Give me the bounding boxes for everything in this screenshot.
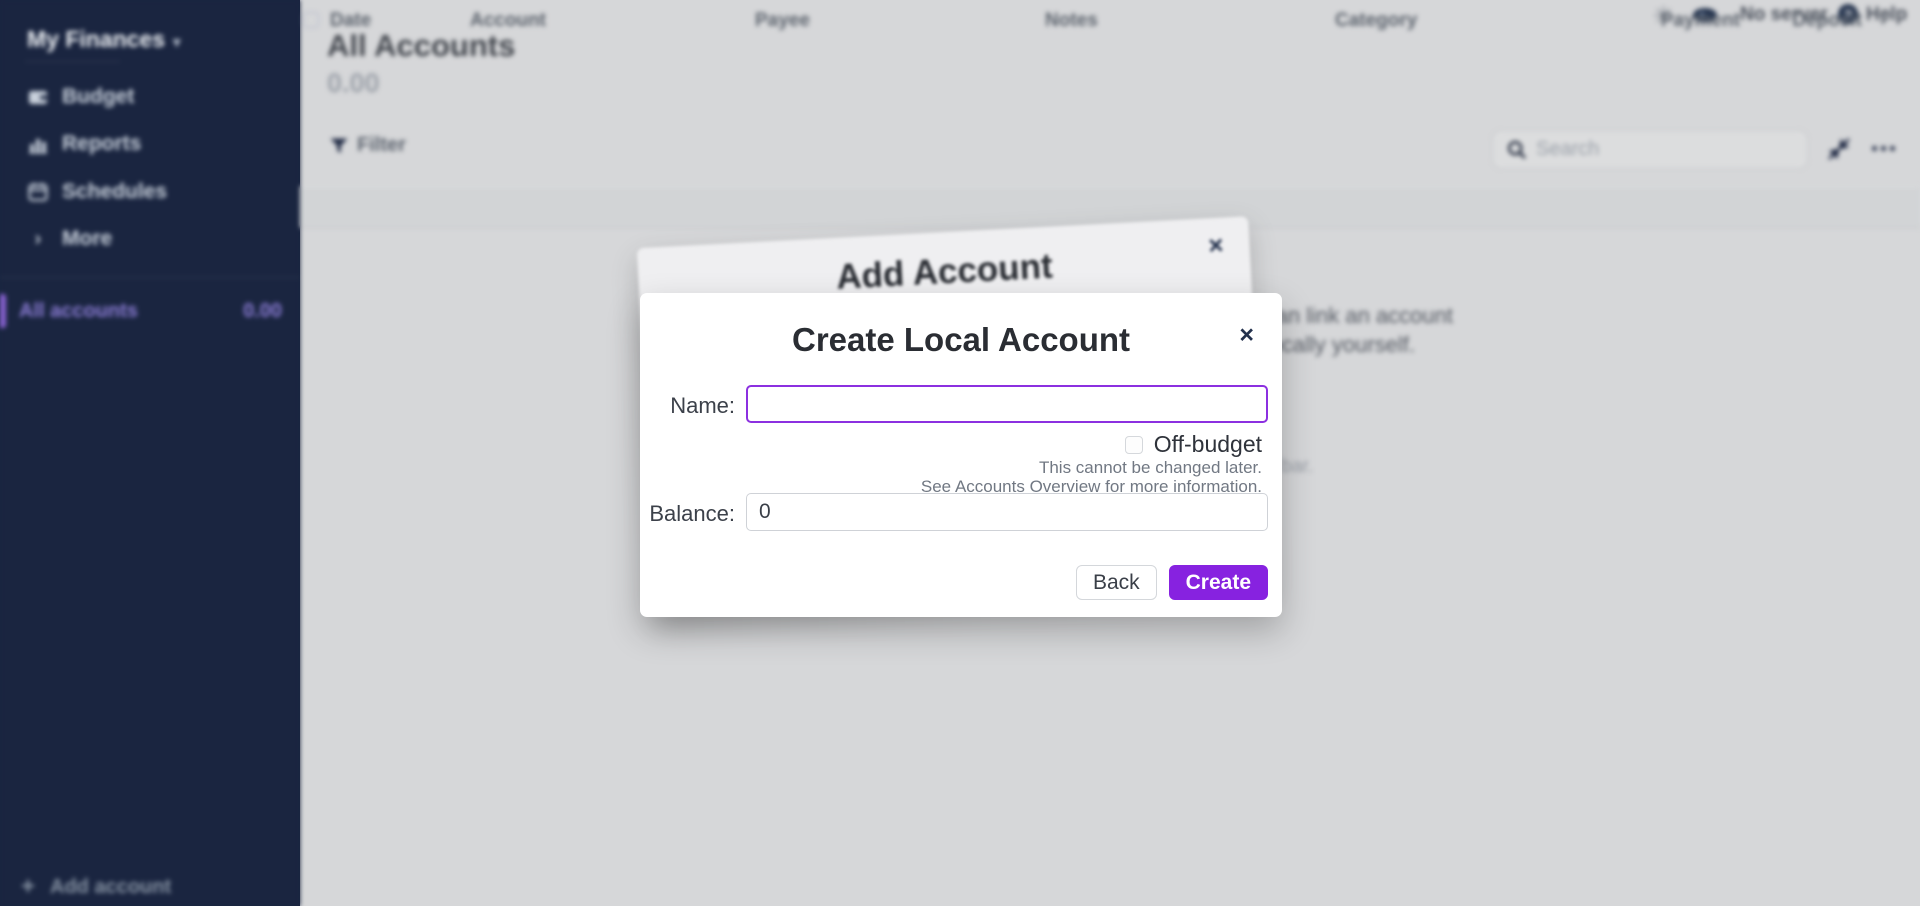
column-header-account: Account — [470, 10, 546, 32]
modal-buttons: Back Create — [1076, 565, 1268, 600]
more-options-icon[interactable] — [1872, 146, 1895, 151]
sidebar-item-more[interactable]: › More — [0, 224, 300, 254]
transactions-table-header — [300, 186, 1920, 228]
select-all-checkbox[interactable] — [303, 12, 319, 28]
create-local-account-modal: Create Local Account × Name: Off-budget … — [640, 293, 1282, 617]
column-header-notes: Notes — [1045, 10, 1098, 32]
sidebar-item-label: Schedules — [62, 180, 167, 204]
create-button[interactable]: Create — [1169, 565, 1268, 600]
chevron-down-icon: ▾ — [173, 34, 181, 51]
add-account-label: Add account — [50, 876, 171, 899]
wallet-icon — [27, 86, 49, 108]
page-title: All Accounts — [327, 28, 515, 64]
back-button[interactable]: Back — [1076, 565, 1157, 600]
budget-name: My Finances — [27, 26, 165, 52]
divider — [0, 277, 300, 278]
off-budget-label: Off-budget — [1154, 431, 1262, 458]
calendar-icon — [27, 181, 49, 203]
budget-name-menu[interactable]: My Finances ▾ — [27, 26, 181, 53]
name-input[interactable] — [746, 385, 1268, 423]
off-budget-checkbox[interactable] — [1125, 436, 1143, 454]
all-accounts-amount: 0.00 — [243, 300, 282, 323]
column-header-date: Date — [330, 10, 371, 32]
sidebar-item-label: Reports — [62, 132, 141, 156]
filter-button[interactable]: Filter — [330, 134, 406, 157]
plus-icon: + — [21, 873, 35, 901]
all-accounts-label: All accounts — [19, 300, 138, 323]
sidebar-item-reports[interactable]: Reports — [0, 129, 300, 159]
sidebar-item-label: More — [62, 227, 112, 251]
bar-chart-icon — [27, 133, 49, 155]
column-header-category: Category — [1335, 10, 1417, 32]
off-budget-row: Off-budget — [1125, 431, 1262, 458]
search-input[interactable] — [1536, 138, 1786, 161]
close-icon[interactable]: × — [1239, 323, 1254, 348]
collapse-rows-icon[interactable] — [1826, 136, 1852, 167]
chevron-right-icon: › — [27, 228, 49, 250]
app-window: My Finances ▾ Budget Reports Schedules — [0, 0, 1920, 906]
off-budget-note-line1: This cannot be changed later. — [1039, 458, 1262, 478]
sidebar: My Finances ▾ Budget Reports Schedules — [0, 0, 300, 906]
sidebar-item-all-accounts[interactable]: All accounts 0.00 — [0, 292, 300, 330]
add-account-button[interactable]: + Add account — [0, 872, 300, 902]
cleared-column-icon[interactable]: ✓ — [1878, 9, 1894, 32]
page-balance: 0.00 — [327, 68, 380, 99]
sidebar-item-schedules[interactable]: Schedules — [0, 177, 300, 207]
search-icon — [1507, 140, 1527, 160]
column-header-payment: Payment — [1600, 10, 1740, 32]
balance-label: Balance: — [640, 501, 735, 527]
close-icon[interactable]: × — [1208, 232, 1225, 259]
sidebar-item-label: Budget — [62, 85, 134, 109]
selected-indicator — [0, 294, 6, 328]
name-label: Name: — [640, 393, 735, 419]
empty-state-text-fragment: can link an account — [1265, 303, 1453, 329]
divider — [25, 61, 120, 62]
filter-label: Filter — [357, 134, 406, 157]
column-header-deposit: Deposit — [1742, 10, 1862, 32]
funnel-icon — [330, 138, 348, 154]
modal-title: Create Local Account — [640, 321, 1282, 359]
empty-state-text-fragment: locally yourself. — [1265, 332, 1415, 358]
search-box[interactable] — [1492, 130, 1808, 169]
balance-input[interactable] — [746, 493, 1268, 531]
sidebar-item-budget[interactable]: Budget — [0, 82, 300, 112]
column-header-payee: Payee — [755, 10, 810, 32]
empty-state-text-fragment: bar. — [1281, 456, 1313, 478]
